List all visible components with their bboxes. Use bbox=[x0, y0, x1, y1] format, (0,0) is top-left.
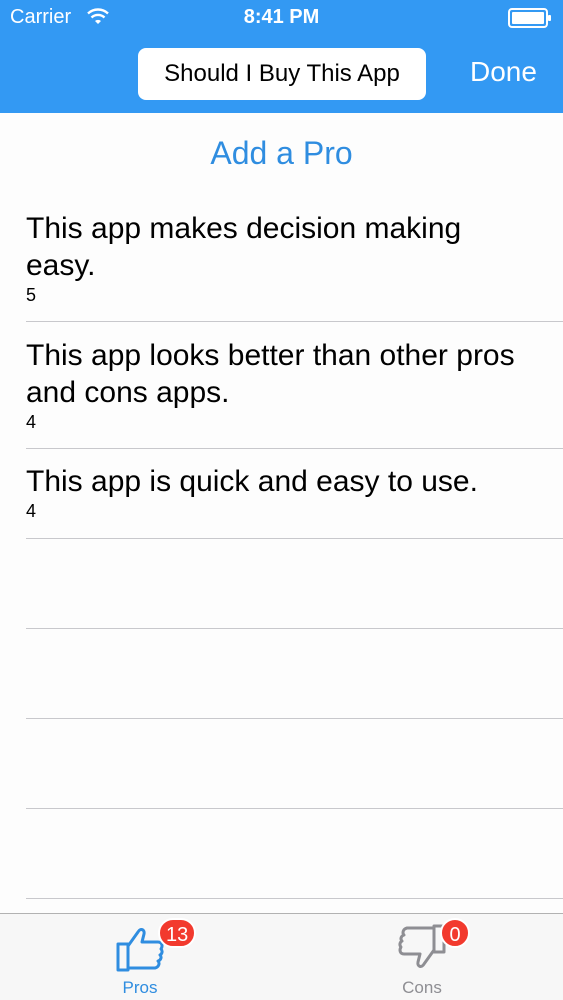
list-item[interactable]: This app makes decision making easy. 5 bbox=[26, 200, 563, 322]
item-score: 5 bbox=[26, 285, 37, 305]
empty-row bbox=[26, 719, 563, 809]
navigation-header: Carrier 8:41 PM Done bbox=[0, 0, 563, 113]
item-score: 4 bbox=[26, 412, 37, 432]
item-text: This app makes decision making easy. bbox=[26, 212, 462, 282]
tab-cons[interactable]: 0 Cons bbox=[352, 914, 492, 1000]
status-time: 8:41 PM bbox=[243, 6, 320, 28]
decision-title-input[interactable] bbox=[138, 60, 426, 88]
add-pro-button[interactable]: Add a Pro bbox=[0, 135, 563, 172]
cons-count-badge: 0 bbox=[440, 918, 470, 948]
item-score: 4 bbox=[26, 501, 37, 521]
pros-count-badge: 13 bbox=[158, 918, 197, 948]
battery-icon bbox=[508, 8, 551, 28]
empty-row bbox=[26, 629, 563, 719]
item-text: This app looks better than other pros an… bbox=[26, 339, 515, 409]
list-item[interactable]: This app is quick and easy to use. 4 bbox=[26, 449, 563, 539]
done-button[interactable]: Done bbox=[470, 56, 537, 88]
status-bar: Carrier 8:41 PM bbox=[0, 0, 563, 36]
item-text: This app is quick and easy to use. bbox=[26, 465, 478, 498]
empty-row bbox=[26, 539, 563, 629]
tab-cons-label: Cons bbox=[402, 978, 442, 997]
tab-pros[interactable]: 13 Pros bbox=[70, 914, 210, 1000]
decision-title-field[interactable] bbox=[138, 48, 426, 100]
tab-bar: 13 Pros 0 Cons bbox=[0, 913, 563, 1000]
pros-list: This app makes decision making easy. 5 T… bbox=[0, 200, 563, 899]
empty-row bbox=[26, 809, 563, 899]
list-item[interactable]: This app looks better than other pros an… bbox=[26, 322, 563, 449]
tab-pros-label: Pros bbox=[122, 978, 158, 997]
